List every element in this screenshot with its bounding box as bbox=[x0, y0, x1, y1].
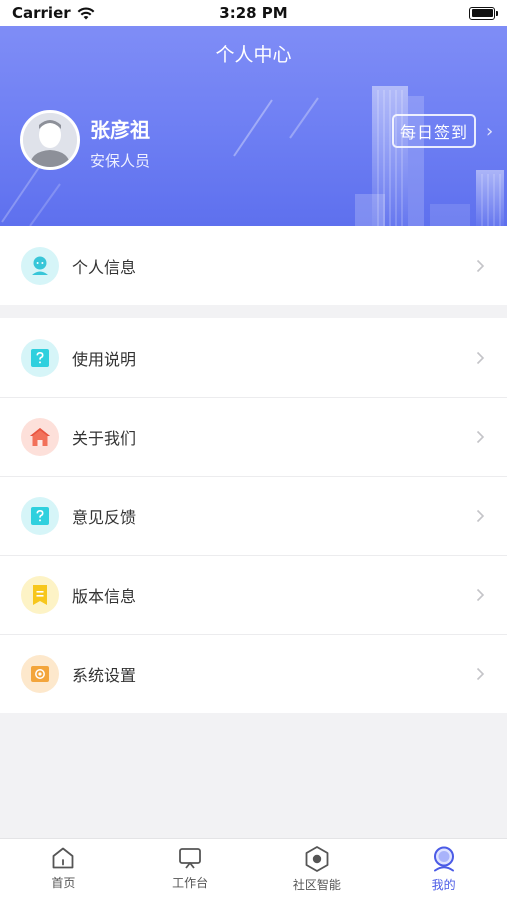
menu-item-feedback[interactable]: 意见反馈 bbox=[0, 476, 507, 555]
question-icon bbox=[21, 338, 59, 377]
tab-label: 首页 bbox=[51, 876, 76, 890]
chevron-right-icon bbox=[476, 509, 485, 523]
menu-item-version-info[interactable]: 版本信息 bbox=[0, 555, 507, 634]
feedback-icon bbox=[21, 497, 59, 535]
tab-workbench[interactable]: 工作台 bbox=[127, 839, 254, 900]
home-outline-icon bbox=[52, 847, 74, 869]
person-icon bbox=[21, 246, 59, 285]
page-title: 个人中心 bbox=[215, 44, 292, 66]
menu-item-label: 版本信息 bbox=[72, 587, 137, 606]
carrier-group: Carrier bbox=[12, 4, 95, 22]
menu-item-instructions[interactable]: 使用说明 bbox=[0, 318, 507, 397]
bookmark-icon bbox=[21, 576, 59, 614]
menu-item-label: 使用说明 bbox=[72, 349, 137, 369]
community-hex-icon bbox=[305, 846, 329, 872]
wifi-icon bbox=[77, 6, 95, 19]
avatar-person-icon bbox=[23, 113, 77, 167]
profile-icon bbox=[433, 846, 454, 872]
home-icon bbox=[21, 418, 59, 456]
menu-item-personal-info[interactable]: 个人信息 bbox=[0, 226, 507, 305]
settings-icon bbox=[21, 655, 59, 693]
bottom-tab-bar: 首页 工作台 社区智能 我的 bbox=[0, 838, 507, 900]
profile-header: 个人中心 张彦祖 安保人员 每日签到 › bbox=[0, 26, 507, 226]
status-bar: Carrier 3:28 PM bbox=[0, 0, 507, 26]
tab-home[interactable]: 首页 bbox=[0, 839, 127, 900]
tab-label: 工作台 bbox=[172, 876, 209, 890]
workbench-icon bbox=[179, 848, 202, 869]
chevron-right-icon bbox=[476, 588, 485, 602]
tab-label: 社区智能 bbox=[292, 878, 341, 892]
menu-item-about-us[interactable]: 关于我们 bbox=[0, 397, 507, 476]
chevron-right-icon bbox=[476, 430, 485, 444]
tab-label: 我的 bbox=[431, 878, 456, 892]
carrier-label: Carrier bbox=[12, 4, 71, 22]
checkin-chevron-icon[interactable]: › bbox=[486, 121, 493, 142]
chevron-right-icon bbox=[476, 667, 485, 681]
user-role: 安保人员 bbox=[90, 152, 151, 170]
chevron-right-icon bbox=[476, 259, 485, 272]
menu-item-system-settings[interactable]: 系统设置 bbox=[0, 634, 507, 713]
battery-icon bbox=[469, 6, 498, 20]
menu-item-label: 系统设置 bbox=[72, 666, 137, 685]
menu-group-profile: 个人信息 bbox=[0, 226, 507, 305]
tab-mine[interactable]: 我的 bbox=[380, 839, 507, 900]
daily-checkin-button[interactable]: 每日签到 bbox=[392, 114, 476, 148]
menu-item-label: 意见反馈 bbox=[72, 508, 137, 527]
tab-community[interactable]: 社区智能 bbox=[254, 839, 381, 900]
menu-item-label: 关于我们 bbox=[72, 429, 137, 448]
avatar[interactable] bbox=[20, 110, 80, 170]
menu-group-general: 使用说明 关于我们 意见反馈 版本信息 系统设置 bbox=[0, 318, 507, 713]
menu-item-label: 个人信息 bbox=[72, 257, 137, 277]
user-name: 张彦祖 bbox=[90, 118, 150, 142]
chevron-right-icon bbox=[476, 351, 485, 364]
